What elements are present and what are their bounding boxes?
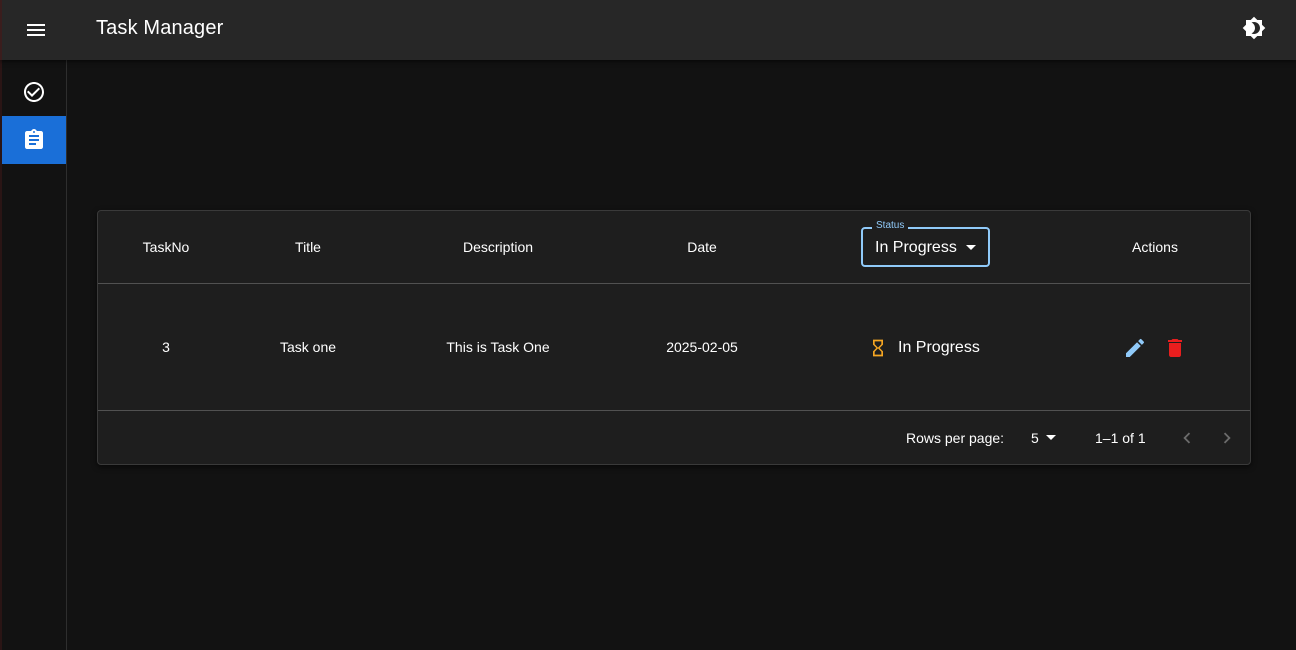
rows-per-page-select[interactable]: 5 bbox=[1028, 425, 1060, 451]
header-description[interactable]: Description bbox=[463, 237, 533, 257]
hourglass-icon bbox=[873, 339, 883, 357]
caret-down-icon bbox=[966, 245, 976, 250]
app-title: Task Manager bbox=[96, 17, 224, 39]
brightness-icon bbox=[1242, 16, 1266, 40]
rows-per-page-label: Rows per page: bbox=[906, 430, 1005, 446]
edit-button[interactable] bbox=[1122, 335, 1148, 361]
chevron-left-icon bbox=[1183, 432, 1191, 444]
table-row: 3 Task one This is Task One 2025-02-05 I… bbox=[98, 284, 1250, 411]
menu-button[interactable] bbox=[14, 8, 58, 52]
task-table: TaskNo Title Description Date Status In … bbox=[97, 210, 1251, 465]
rows-per-page-value: 5 bbox=[1031, 430, 1039, 446]
cell-date: 2025-02-05 bbox=[666, 339, 738, 355]
status-label: In Progress bbox=[898, 339, 980, 356]
chevron-right-icon bbox=[1223, 432, 1231, 444]
cell-task-no: 3 bbox=[162, 339, 170, 355]
header-title[interactable]: Title bbox=[295, 237, 321, 257]
sidebar-item-tasks[interactable] bbox=[2, 68, 66, 116]
cell-description: This is Task One bbox=[446, 339, 550, 355]
previous-page-button[interactable] bbox=[1173, 424, 1201, 452]
trash-icon bbox=[1168, 339, 1182, 357]
delete-button[interactable] bbox=[1162, 335, 1188, 361]
pagination: Rows per page: 5 1–1 of 1 bbox=[98, 411, 1250, 464]
check-circle-icon bbox=[24, 82, 44, 102]
next-page-button[interactable] bbox=[1213, 424, 1241, 452]
table-header-row: TaskNo Title Description Date Status In … bbox=[98, 211, 1250, 284]
status-cell: In Progress bbox=[868, 336, 980, 360]
clipboard-icon bbox=[25, 129, 43, 149]
app-bar: Task Manager bbox=[0, 0, 1296, 60]
pagination-range: 1–1 of 1 bbox=[1095, 430, 1146, 446]
menu-icon bbox=[27, 24, 45, 36]
header-actions: Actions bbox=[1132, 239, 1178, 255]
header-task-no[interactable]: TaskNo bbox=[143, 237, 190, 257]
cell-title: Task one bbox=[279, 339, 337, 355]
pencil-icon bbox=[1126, 338, 1145, 357]
theme-toggle-button[interactable] bbox=[1232, 6, 1276, 50]
status-filter-select[interactable]: Status In Progress bbox=[861, 220, 990, 267]
status-filter-value: In Progress bbox=[875, 239, 957, 256]
status-filter-label: Status bbox=[872, 220, 909, 232]
caret-down-icon bbox=[1046, 435, 1056, 440]
sidebar bbox=[0, 60, 67, 650]
header-date[interactable]: Date bbox=[687, 237, 717, 257]
sidebar-item-board[interactable] bbox=[2, 116, 66, 164]
